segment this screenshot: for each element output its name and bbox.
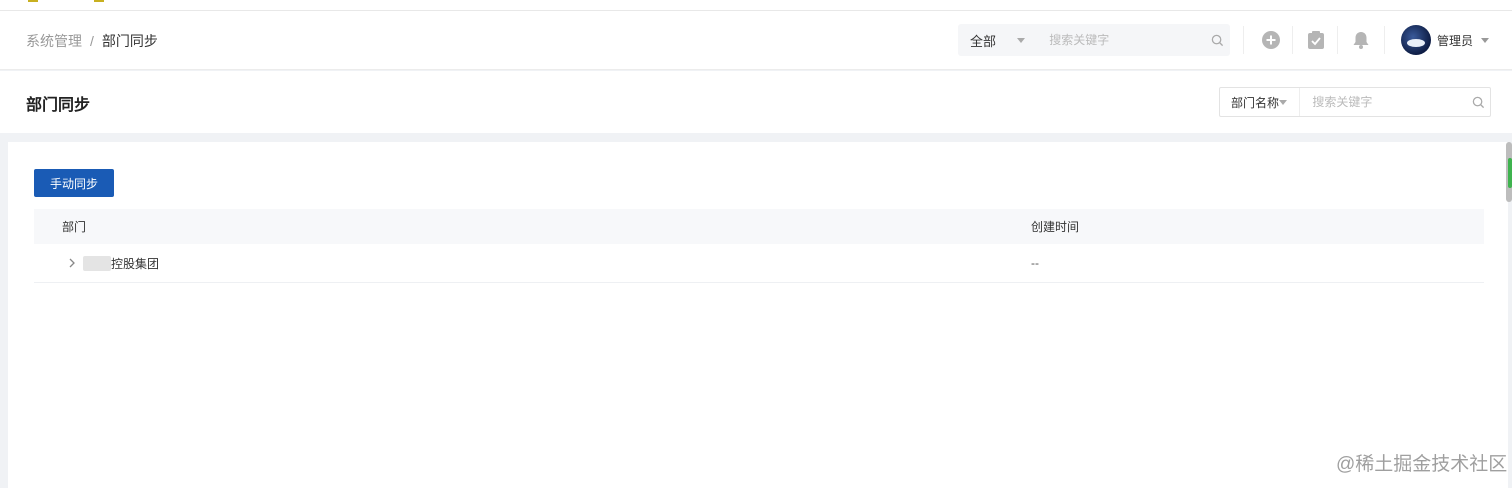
breadcrumb: 系统管理 / 部门同步 [26,31,158,51]
breadcrumb-item-current: 部门同步 [101,33,158,49]
search-icon[interactable] [1204,24,1230,56]
filter-search: 部门名称 [1219,87,1491,117]
task-check-icon[interactable] [1305,29,1327,51]
logo-fragment [94,0,104,2]
divider [1384,26,1385,54]
watermark: @稀土掘金技术社区 [1336,449,1507,476]
search-icon[interactable] [1467,88,1490,116]
dept-name: 控股集团 [111,256,160,271]
filter-search-input[interactable] [1300,88,1468,116]
content-panel: 手动同步 部门 创建时间 控股集团 -- [8,142,1508,488]
global-search-input[interactable] [1037,24,1205,56]
caret-down-icon [1481,37,1490,43]
column-header-created: 创建时间 [1031,220,1080,234]
watermark-text: @稀土掘金技术社区 [1336,454,1508,475]
top-strip [0,0,1512,11]
divider [1292,26,1293,54]
header: 系统管理 / 部门同步 全部 管理员 [0,11,1512,70]
caret-down-icon [1279,99,1288,105]
column-header-dept: 部门 [62,220,87,234]
scroll-indicator [1508,158,1512,188]
filter-field-select[interactable]: 部门名称 [1220,88,1301,116]
page-title: 部门同步 [26,97,91,114]
logo-fragment [28,0,38,2]
global-search: 全部 [958,24,1230,56]
caret-down-icon [1017,37,1026,43]
table-row[interactable]: 控股集团 -- [34,244,1484,283]
dept-cell: 控股集团 [34,255,1031,272]
chevron-right-icon[interactable] [66,257,78,269]
created-cell: -- [1031,256,1039,270]
table-header: 部门 创建时间 [34,209,1484,244]
manual-sync-button[interactable]: 手动同步 [34,169,114,197]
dept-table: 部门 创建时间 控股集团 -- [34,209,1484,283]
breadcrumb-separator: / [90,33,94,49]
divider [1243,26,1244,54]
divider [1337,26,1338,54]
redacted-block [83,255,111,271]
user-menu[interactable]: 管理员 [1401,24,1490,56]
add-icon[interactable] [1260,29,1282,51]
breadcrumb-item-system[interactable]: 系统管理 [26,31,82,51]
filter-field-value: 部门名称 [1231,95,1280,110]
avatar [1401,25,1431,55]
user-name: 管理员 [1437,33,1474,48]
bell-icon[interactable] [1350,29,1372,51]
page-titlebar: 部门同步 部门名称 [0,71,1512,133]
search-scope-select[interactable]: 全部 [958,24,1037,56]
search-scope-value: 全部 [970,33,997,49]
